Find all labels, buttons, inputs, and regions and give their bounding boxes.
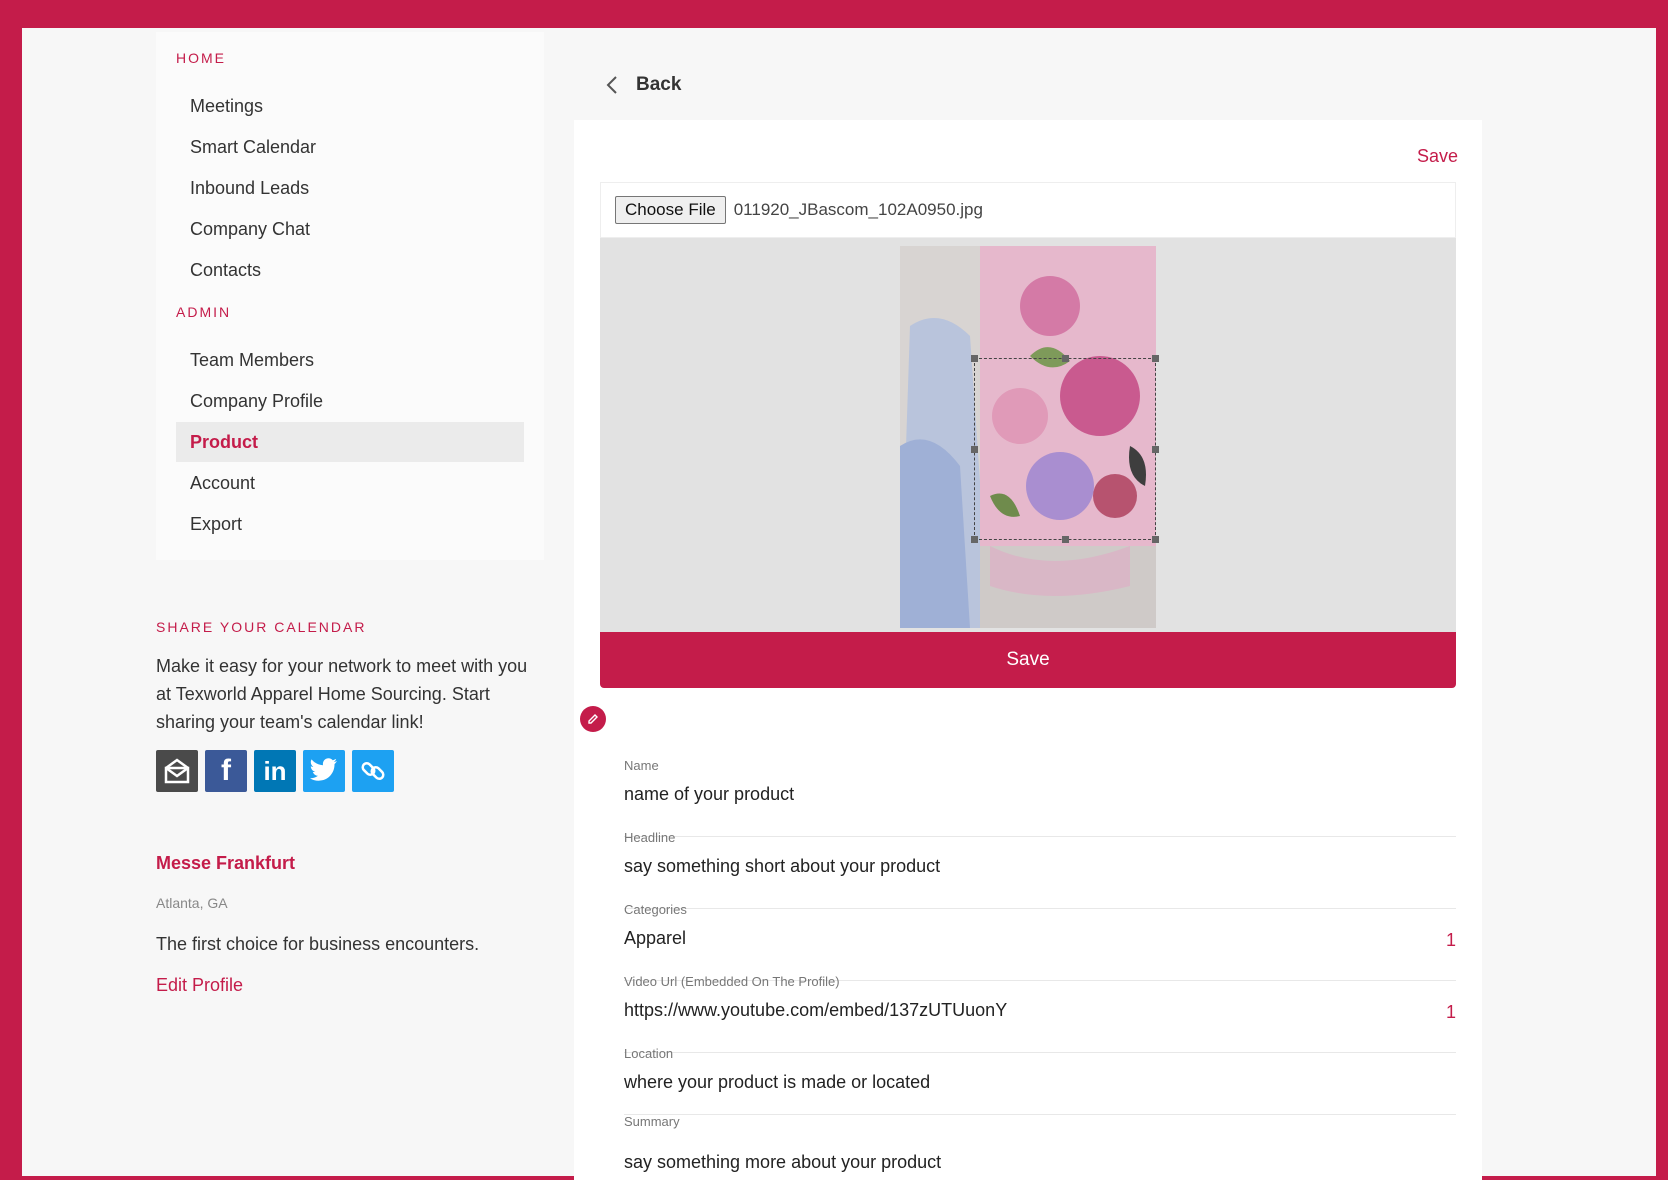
file-input-row: Choose File 011920_JBascom_102A0950.jpg [600,182,1456,238]
nav-section-home: HOME [176,50,226,66]
save-link[interactable]: Save [1417,146,1458,167]
sidebar-item-account[interactable]: Account [176,463,524,503]
sidebar-item-meetings[interactable]: Meetings [176,86,524,126]
summary-label: Summary [624,1114,680,1129]
sidebar-item-export[interactable]: Export [176,504,524,544]
summary-value[interactable]: say something more about your product [624,1152,941,1173]
crop-handle[interactable] [1152,446,1159,453]
share-calendar-title: SHARE YOUR CALENDAR [156,619,367,635]
location-field[interactable]: Location where your product is made or l… [624,1046,1456,1115]
company-name[interactable]: Messe Frankfurt [156,853,295,874]
edit-profile-link[interactable]: Edit Profile [156,975,243,996]
categories-field[interactable]: Categories Apparel 1 [624,902,1456,981]
headline-value[interactable]: say something short about your product [624,856,940,877]
linkedin-icon[interactable]: in [254,750,296,792]
back-button[interactable]: Back [606,74,681,96]
headline-field[interactable]: Headline say something short about your … [624,830,1456,909]
categories-label: Categories [624,902,687,917]
crop-handle[interactable] [1152,355,1159,362]
location-value[interactable]: where your product is made or located [624,1072,930,1093]
location-label: Location [624,1046,674,1061]
categories-count: 1 [1445,930,1456,950]
pencil-icon[interactable] [580,706,606,732]
back-label: Back [636,74,682,95]
sidebar-item-contacts[interactable]: Contacts [176,250,524,290]
sidebar-item-smart-calendar[interactable]: Smart Calendar [176,127,524,167]
video-url-value[interactable]: https://www.youtube.com/embed/137zUTUuon… [624,1000,1007,1021]
company-description: The first choice for business encounters… [156,934,480,954]
nav-section-admin: ADMIN [176,304,232,320]
sidebar-item-company-profile[interactable]: Company Profile [176,381,524,421]
video-url-field[interactable]: Video Url (Embedded On The Profile) http… [624,974,1456,1053]
crop-handle[interactable] [971,355,978,362]
email-icon[interactable] [156,750,198,792]
video-url-label: Video Url (Embedded On The Profile) [624,974,840,989]
crop-handle[interactable] [971,446,978,453]
categories-value[interactable]: Apparel [624,928,686,949]
crop-selection[interactable] [971,355,1159,543]
summary-field[interactable]: Summary say something more about your pr… [624,1114,1456,1180]
name-label: Name [624,758,659,773]
product-editor-card: Save Choose File 011920_JBascom_102A0950… [574,120,1482,1180]
save-image-button[interactable]: Save [600,632,1456,688]
choose-file-button[interactable]: Choose File [615,196,726,224]
image-crop-area[interactable] [600,238,1456,632]
chevron-left-icon [606,76,617,94]
company-location: Atlanta, GA [156,895,228,911]
sidebar-item-inbound-leads[interactable]: Inbound Leads [176,168,524,208]
sidebar-item-team-members[interactable]: Team Members [176,340,524,380]
name-field[interactable]: Name name of your product [624,758,1456,837]
crop-handle[interactable] [1062,536,1069,543]
facebook-icon[interactable]: f [205,750,247,792]
video-url-count: 1 [1445,1002,1456,1022]
headline-label: Headline [624,830,676,845]
twitter-icon[interactable] [303,750,345,792]
crop-handle[interactable] [1152,536,1159,543]
sidebar-item-company-chat[interactable]: Company Chat [176,209,524,249]
crop-handle[interactable] [1062,355,1069,362]
link-icon[interactable] [352,750,394,792]
name-value[interactable]: name of your product [624,784,794,805]
app-frame: HOME Meetings Smart Calendar Inbound Lea… [22,28,1656,1180]
sidebar-item-product[interactable]: Product [176,422,524,462]
crop-handle[interactable] [971,536,978,543]
share-calendar-text: Make it easy for your network to meet wi… [156,656,528,732]
file-name: 011920_JBascom_102A0950.jpg [733,200,983,219]
